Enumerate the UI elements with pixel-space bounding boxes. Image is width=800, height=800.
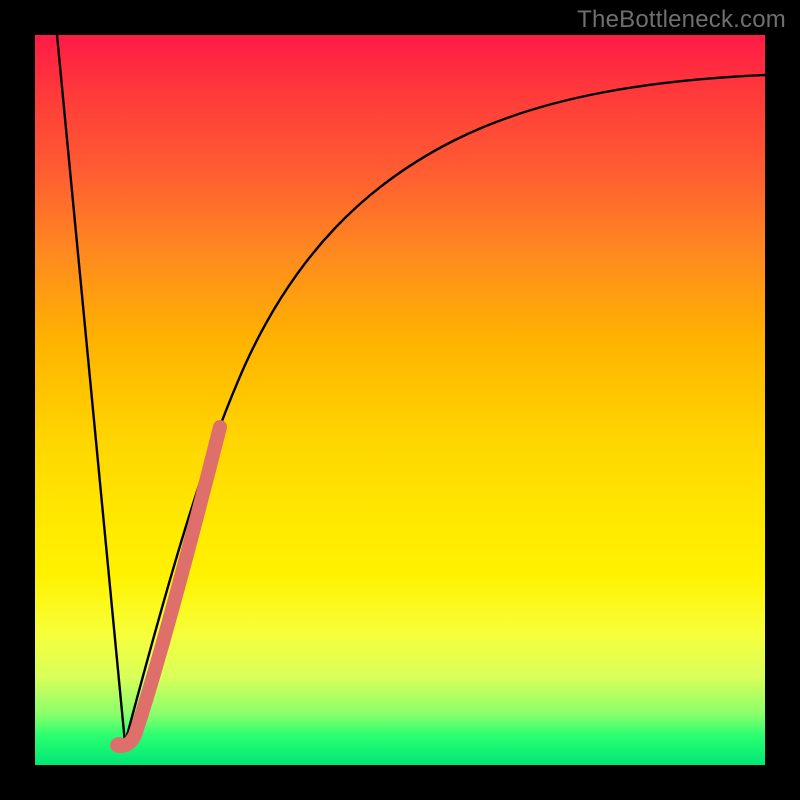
curve-layer — [35, 35, 765, 765]
chart-frame: TheBottleneck.com — [0, 0, 800, 800]
highlight-endpoint-dot — [111, 737, 127, 753]
watermark-text: TheBottleneck.com — [577, 6, 786, 34]
curve-left-branch — [57, 35, 125, 743]
plot-area — [35, 35, 765, 765]
curve-right-branch — [125, 75, 765, 743]
